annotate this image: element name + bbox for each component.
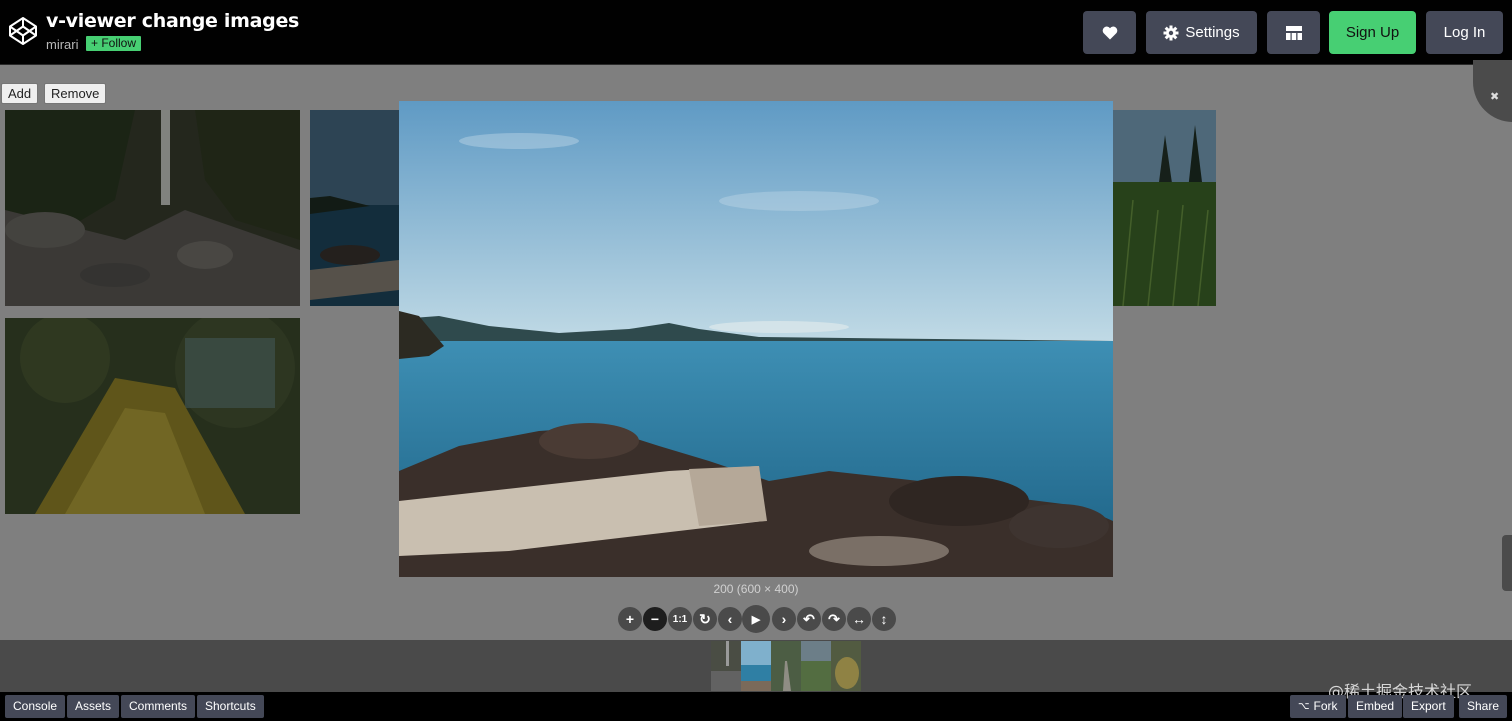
fork-label: Fork: [1313, 699, 1338, 713]
layout-grid-icon: [1285, 25, 1302, 40]
export-button[interactable]: Export: [1403, 695, 1454, 718]
remove-button[interactable]: Remove: [44, 83, 107, 104]
rotate-right-icon: ↷: [828, 610, 840, 627]
play-icon: ▶: [751, 613, 761, 626]
embed-button[interactable]: Embed: [1348, 695, 1403, 718]
log-in-button[interactable]: Log In: [1426, 11, 1503, 54]
page: v-viewer change images mirari + Follow S…: [0, 0, 1512, 721]
flip-horizontal-button[interactable]: ↔: [847, 607, 871, 631]
chevron-right-icon: ›: [781, 611, 787, 627]
next-button[interactable]: ›: [772, 607, 796, 631]
gallery-image-meadow[interactable]: [1113, 110, 1216, 306]
one-to-one-label: 1:1: [672, 613, 688, 625]
sign-up-button[interactable]: Sign Up: [1329, 11, 1416, 54]
thumbnail-mossy-tree[interactable]: [831, 641, 861, 691]
thumbnail-lake[interactable]: [741, 641, 771, 691]
reset-icon: ↻: [699, 610, 711, 627]
gallery-image-mossy-tree[interactable]: [5, 318, 300, 514]
flip-vertical-icon: ↕: [880, 611, 888, 627]
plus-icon: +: [625, 611, 635, 627]
add-button[interactable]: Add: [1, 83, 39, 104]
minus-icon: −: [650, 611, 660, 627]
fork-icon: ⌥: [1298, 701, 1310, 712]
rotate-right-button[interactable]: ↷: [822, 607, 846, 631]
gallery-image-waterfall[interactable]: [5, 110, 300, 306]
one-to-one-button[interactable]: 1:1: [668, 607, 692, 631]
compress-icon: ✖: [1490, 91, 1500, 103]
thumbnail-path[interactable]: [771, 641, 801, 691]
pen-title: v-viewer change images: [46, 10, 300, 32]
gear-icon: [1163, 25, 1179, 40]
rotate-left-icon: ↶: [803, 610, 815, 627]
follow-button[interactable]: + Follow: [86, 36, 142, 51]
codepen-logo-icon[interactable]: [8, 16, 38, 46]
comments-button[interactable]: Comments: [121, 695, 196, 718]
image-caption: 200 (600 × 400): [713, 582, 799, 596]
author-link[interactable]: mirari: [46, 37, 79, 52]
shortcuts-button[interactable]: Shortcuts: [197, 695, 264, 718]
settings-button[interactable]: Settings: [1146, 11, 1257, 54]
top-header: v-viewer change images mirari + Follow S…: [0, 0, 1512, 65]
console-button[interactable]: Console: [5, 695, 66, 718]
layout-button[interactable]: [1267, 11, 1320, 54]
like-button[interactable]: [1083, 11, 1136, 54]
flip-horizontal-icon: ↔: [852, 611, 866, 627]
play-button[interactable]: ▶: [742, 605, 770, 633]
reset-button[interactable]: ↻: [693, 607, 717, 631]
rotate-left-button[interactable]: ↶: [797, 607, 821, 631]
heart-icon: [1102, 26, 1117, 39]
share-button[interactable]: Share: [1459, 695, 1508, 718]
thumbnail-meadow[interactable]: [801, 641, 831, 691]
prev-button[interactable]: ‹: [718, 607, 742, 631]
side-resize-handle[interactable]: [1502, 535, 1512, 591]
viewer-main-image[interactable]: [399, 101, 1113, 577]
fork-button[interactable]: ⌥ Fork: [1290, 695, 1346, 718]
thumbnail-waterfall[interactable]: [711, 641, 741, 691]
flip-vertical-button[interactable]: ↕: [872, 607, 896, 631]
chevron-left-icon: ‹: [727, 611, 733, 627]
assets-button[interactable]: Assets: [67, 695, 120, 718]
zoom-out-button[interactable]: −: [643, 607, 667, 631]
zoom-in-button[interactable]: +: [618, 607, 642, 631]
gallery-image-lake[interactable]: [310, 110, 399, 306]
settings-label: Settings: [1185, 24, 1240, 41]
